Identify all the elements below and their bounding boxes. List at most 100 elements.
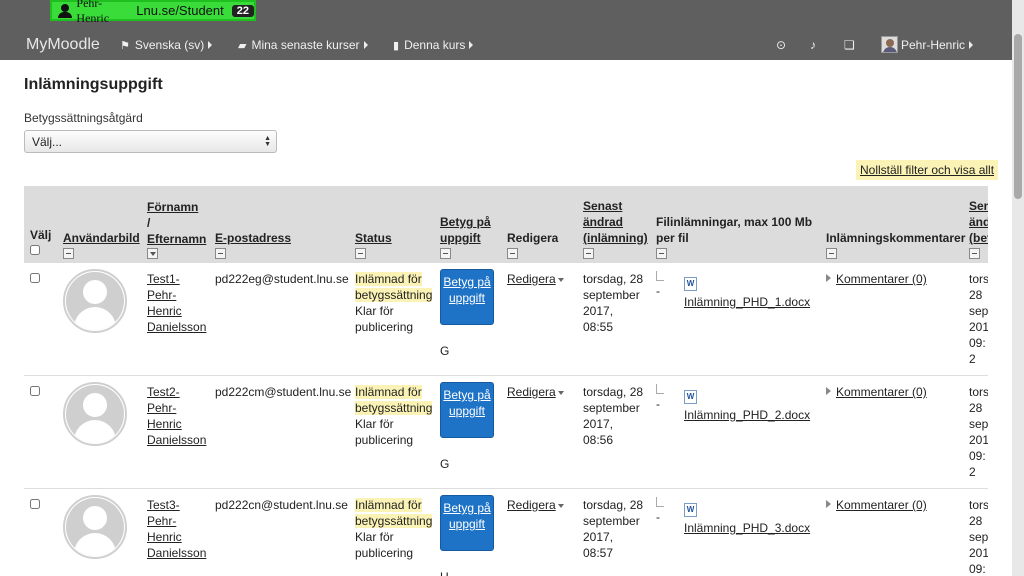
page-scrollbar[interactable] xyxy=(1012,0,1024,576)
cell-status: Inlämnad för betygssättning Klar för pub… xyxy=(349,376,434,489)
file-dash: - xyxy=(656,284,660,298)
expand-triangle-icon[interactable] xyxy=(826,274,831,282)
table-row: Test1-Pehr-Henric Danielsson pd222eg@stu… xyxy=(24,263,988,376)
grade-button[interactable]: Betyg på uppgift xyxy=(440,269,494,325)
submissions-table: Välj Användarbild Förnamn / Efternamn E-… xyxy=(24,186,988,576)
file-link[interactable]: Inlämning_PHD_2.docx xyxy=(684,407,810,423)
cell-grade: Betyg på uppgift G xyxy=(434,376,501,489)
grade-button[interactable]: Betyg på uppgift xyxy=(440,495,494,551)
collapse-icon[interactable] xyxy=(969,248,980,259)
file-dash: - xyxy=(656,510,660,524)
cell-grade: Betyg på uppgift G xyxy=(434,263,501,376)
this-course-menu[interactable]: ▮ Denna kurs xyxy=(393,38,474,52)
col-edit: Redigera xyxy=(501,186,577,263)
bell-icon[interactable]: ♪ xyxy=(810,38,816,52)
col-firstname-label[interactable]: Förnamn xyxy=(147,200,198,214)
col-modified-label[interactable]: Senast ändrad (inlämning) xyxy=(583,199,648,245)
col-name: Förnamn / Efternamn xyxy=(141,186,209,263)
modified-date: torsdag, 28 september 2017, 08:56 xyxy=(583,385,644,447)
comments-link[interactable]: Kommentarer (0) xyxy=(836,498,927,512)
cell-files: - W Inlämning_PHD_1.docx xyxy=(650,263,820,376)
collapse-icon[interactable] xyxy=(355,248,366,259)
col-lastname-label[interactable]: Efternamn xyxy=(147,232,206,246)
reset-filter-button[interactable]: Nollställ filter och visa allt xyxy=(856,160,999,180)
col-status-label[interactable]: Status xyxy=(355,231,392,245)
cell-picture xyxy=(57,263,141,376)
user-context-badge[interactable]: Pehr-Henric Lnu.se/Student 22 xyxy=(50,0,256,25)
select-all-checkbox[interactable] xyxy=(30,245,40,255)
row-checkbox[interactable] xyxy=(30,499,40,509)
col-email-label[interactable]: E-postadress xyxy=(215,231,291,245)
collapse-icon[interactable] xyxy=(215,248,226,259)
select-arrows-icon: ▲ ▼ xyxy=(264,135,271,148)
caret-right-icon xyxy=(969,40,974,49)
briefcase-icon: ▰ xyxy=(238,39,247,52)
student-name-link[interactable]: Test2-Pehr-Henric Danielsson xyxy=(147,385,206,447)
student-email: pd222cm@student.lnu.se xyxy=(215,385,352,399)
grade-button[interactable]: Betyg på uppgift xyxy=(440,382,494,438)
col-files: Filinlämningar, max 100 Mb per fil xyxy=(650,186,820,263)
collapse-icon[interactable] xyxy=(826,248,837,259)
col-grade-label[interactable]: Betyg på uppgift xyxy=(440,215,491,245)
caret-down-icon[interactable] xyxy=(557,277,564,282)
site-brand[interactable]: MyMoodle xyxy=(26,36,100,54)
expand-triangle-icon[interactable] xyxy=(826,500,831,508)
row-checkbox[interactable] xyxy=(30,386,40,396)
cell-name: Test3-Pehr-Henric Danielsson xyxy=(141,489,209,576)
col-modified: Senast ändrad (inlämning) xyxy=(577,186,650,263)
target-icon[interactable]: ⊙ xyxy=(776,38,786,52)
student-name-link[interactable]: Test3-Pehr-Henric Danielsson xyxy=(147,498,206,560)
tree-branch-icon xyxy=(656,271,664,281)
language-label: Svenska (sv) xyxy=(134,38,205,52)
edit-menu-link[interactable]: Redigera xyxy=(507,498,556,512)
collapse-icon[interactable] xyxy=(583,248,594,259)
avatar[interactable] xyxy=(63,269,127,333)
word-document-icon: W xyxy=(684,503,697,517)
status-submitted: Inlämnad för betygssättning xyxy=(355,272,433,302)
collapse-icon[interactable] xyxy=(507,248,518,259)
grade-modified-date: tors 28 sep 201 09:2 xyxy=(969,385,988,479)
edit-menu-link[interactable]: Redigera xyxy=(507,272,556,286)
tree-branch-icon xyxy=(656,497,664,507)
caret-down-icon[interactable] xyxy=(557,503,564,508)
collapse-icon[interactable] xyxy=(656,248,667,259)
comments-link[interactable]: Kommentarer (0) xyxy=(836,272,927,286)
col-name-separator: / xyxy=(147,216,151,230)
file-link[interactable]: Inlämning_PHD_3.docx xyxy=(684,520,810,536)
cell-comments: Kommentarer (0) xyxy=(820,376,963,489)
expand-triangle-icon[interactable] xyxy=(826,387,831,395)
messages-icon[interactable]: ❏ xyxy=(844,38,855,52)
sort-desc-icon[interactable] xyxy=(147,248,158,259)
cell-comments: Kommentarer (0) xyxy=(820,263,963,376)
avatar[interactable] xyxy=(63,495,127,559)
select-value: Välj... xyxy=(32,135,63,149)
caret-down-icon[interactable] xyxy=(557,390,564,395)
edit-menu-link[interactable]: Redigera xyxy=(507,385,556,399)
file-link[interactable]: Inlämning_PHD_1.docx xyxy=(684,294,810,310)
row-checkbox[interactable] xyxy=(30,273,40,283)
student-email: pd222eg@student.lnu.se xyxy=(215,272,349,286)
collapse-icon[interactable] xyxy=(440,248,451,259)
cell-grade: Betyg på uppgift U xyxy=(434,489,501,576)
avatar[interactable] xyxy=(63,382,127,446)
my-courses-menu[interactable]: ▰ Mina senaste kurser xyxy=(238,38,368,52)
cell-picture xyxy=(57,489,141,576)
col-picture-label[interactable]: Användarbild xyxy=(63,231,140,245)
table-row: Test3-Pehr-Henric Danielsson pd222cn@stu… xyxy=(24,489,988,576)
col-status: Status xyxy=(349,186,434,263)
grading-action-select[interactable]: Välj... ▲ ▼ xyxy=(24,130,277,153)
col-comments: Inlämningskommentarer xyxy=(820,186,965,263)
col-files-label: Filinlämningar, max 100 Mb per fil xyxy=(656,215,813,245)
user-menu[interactable]: Pehr-Henric xyxy=(881,36,974,53)
status-release: Klar för publicering xyxy=(355,530,414,560)
language-menu[interactable]: ⚑ Svenska (sv) xyxy=(120,38,213,52)
my-courses-label: Mina senaste kurser xyxy=(251,38,360,52)
comments-link[interactable]: Kommentarer (0) xyxy=(836,385,927,399)
col-picture: Användarbild xyxy=(57,186,141,263)
collapse-icon[interactable] xyxy=(63,248,74,259)
scrollbar-thumb[interactable] xyxy=(1014,34,1022,199)
student-name-link[interactable]: Test1-Pehr-Henric Danielsson xyxy=(147,272,206,334)
word-document-icon: W xyxy=(684,277,697,291)
badge-count: 22 xyxy=(231,4,254,17)
col-next-label[interactable]: Senast ändrad (betyg) xyxy=(969,199,988,245)
